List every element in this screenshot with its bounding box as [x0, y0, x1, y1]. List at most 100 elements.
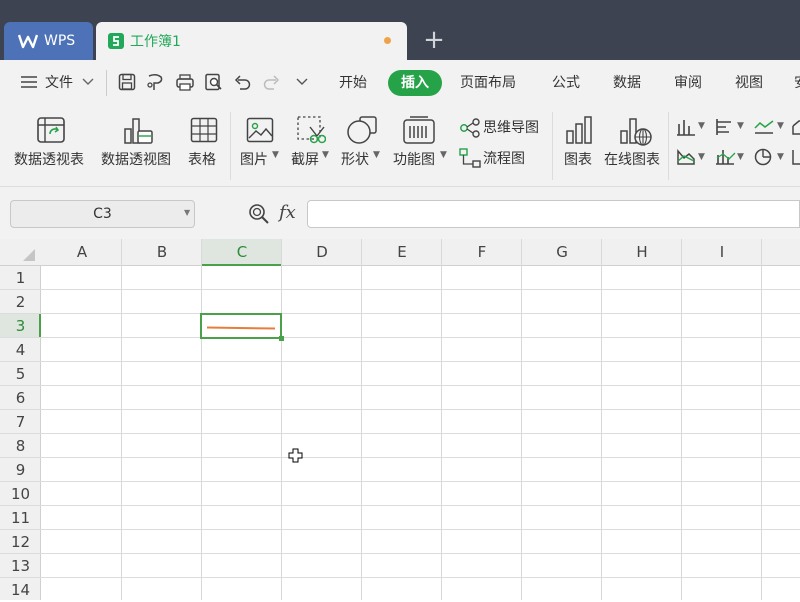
flowchart-icon[interactable] [459, 148, 481, 168]
function-chart-icon[interactable] [402, 115, 436, 145]
customize-toolbar-icon[interactable] [296, 77, 308, 87]
column-header[interactable]: H [602, 239, 682, 266]
fill-handle[interactable] [279, 336, 284, 341]
column-header[interactable]: I [682, 239, 762, 266]
pie-chart-dropdown-icon[interactable]: ▼ [777, 152, 784, 162]
tab-insert[interactable]: 插入 [388, 70, 442, 96]
picture-icon[interactable] [246, 117, 274, 143]
pivot-chart-button[interactable]: 数据透视图 [101, 151, 171, 169]
tab-workbook[interactable]: 工作簿1 [96, 22, 407, 60]
bar-chart-dropdown-icon[interactable]: ▼ [737, 121, 744, 131]
function-chart-button[interactable]: 功能图 [393, 151, 435, 169]
row-header[interactable]: 7 [0, 410, 41, 434]
tab-formulas[interactable]: 公式 [552, 73, 580, 93]
print-icon[interactable] [175, 73, 195, 91]
save-icon[interactable] [118, 73, 136, 91]
file-menu[interactable]: 文件 [45, 73, 73, 93]
formula-input[interactable] [307, 200, 800, 228]
pivot-chart-icon[interactable] [122, 115, 154, 145]
row-header[interactable]: 14 [0, 578, 41, 602]
line-chart-dropdown-icon[interactable]: ▼ [777, 121, 784, 131]
row-header[interactable]: 10 [0, 482, 41, 506]
hamburger-menu-icon[interactable] [20, 74, 38, 90]
row-header[interactable]: 2 [0, 290, 41, 314]
row-header[interactable]: 6 [0, 386, 41, 410]
online-chart-icon[interactable] [619, 115, 653, 147]
online-chart-button[interactable]: 在线图表 [604, 151, 660, 169]
column-header[interactable]: C [202, 239, 282, 266]
grid-line [0, 361, 800, 362]
tab-review[interactable]: 审阅 [674, 73, 702, 93]
area-chart-icon[interactable] [676, 148, 696, 166]
drawn-line-shape[interactable] [206, 325, 276, 331]
row-header[interactable]: 4 [0, 338, 41, 362]
column-header[interactable]: E [362, 239, 442, 266]
row-header[interactable]: 9 [0, 458, 41, 482]
row-header[interactable]: 1 [0, 266, 41, 290]
tab-data[interactable]: 数据 [613, 73, 641, 93]
column-header[interactable]: A [42, 239, 122, 266]
column-header[interactable]: B [122, 239, 202, 266]
chart-icon[interactable] [565, 115, 595, 145]
name-box-value: C3 [93, 206, 112, 222]
tab-security[interactable]: 安 [794, 73, 800, 93]
screenshot-dropdown-icon[interactable]: ▼ [322, 150, 329, 160]
mind-map-button[interactable]: 思维导图 [483, 119, 539, 137]
table-icon[interactable] [190, 117, 218, 143]
screenshot-icon[interactable] [296, 115, 326, 145]
pie-chart-icon[interactable] [753, 148, 773, 166]
print-preview-icon[interactable] [204, 73, 224, 91]
format-painter-icon[interactable] [146, 73, 166, 91]
undo-icon[interactable] [234, 74, 252, 90]
stock-chart-icon[interactable] [715, 148, 737, 166]
grid-line [0, 577, 800, 578]
flowchart-button[interactable]: 流程图 [483, 150, 525, 168]
column-header[interactable]: D [282, 239, 362, 266]
picture-dropdown-icon[interactable]: ▼ [272, 150, 279, 160]
tab-home[interactable]: 开始 [339, 73, 367, 93]
row-header[interactable]: 11 [0, 506, 41, 530]
row-header[interactable]: 5 [0, 362, 41, 386]
grid-line [0, 385, 800, 386]
mind-map-icon[interactable] [459, 118, 481, 138]
grid-line [0, 433, 800, 434]
pivot-table-icon[interactable] [36, 116, 66, 144]
table-button[interactable]: 表格 [188, 151, 216, 169]
insert-function-button[interactable]: fx [279, 202, 296, 223]
row-header[interactable]: 12 [0, 530, 41, 554]
screenshot-button[interactable]: 截屏 [291, 151, 319, 169]
shape-button[interactable]: 形状 [341, 151, 369, 169]
column-header[interactable]: F [442, 239, 522, 266]
name-box[interactable]: C3 [10, 200, 195, 228]
select-all-icon[interactable] [22, 248, 36, 262]
shape-dropdown-icon[interactable]: ▼ [373, 150, 380, 160]
name-box-dropdown-icon[interactable]: ▼ [184, 208, 190, 217]
grid-line [0, 337, 800, 338]
chevron-down-icon[interactable] [82, 77, 94, 87]
picture-button[interactable]: 图片 [240, 151, 268, 169]
new-tab-plus-icon[interactable]: + [420, 24, 448, 56]
shape-icon[interactable] [346, 115, 378, 145]
row-header[interactable]: 8 [0, 434, 41, 458]
pivot-table-button[interactable]: 数据透视表 [14, 151, 84, 169]
row-header[interactable]: 3 [0, 314, 41, 338]
area-chart-dropdown-icon[interactable]: ▼ [698, 152, 705, 162]
tab-wps-home[interactable]: WPS [4, 22, 93, 60]
line-chart-icon[interactable] [753, 118, 775, 136]
scatter-chart-icon[interactable] [791, 148, 800, 166]
stock-chart-dropdown-icon[interactable]: ▼ [737, 152, 744, 162]
bar-chart-icon[interactable] [715, 118, 735, 136]
column-chart-dropdown-icon[interactable]: ▼ [698, 121, 705, 131]
tab-view[interactable]: 视图 [735, 73, 763, 93]
tab-page-layout[interactable]: 页面布局 [460, 73, 516, 93]
function-chart-dropdown-icon[interactable]: ▼ [440, 150, 447, 160]
chart-button[interactable]: 图表 [564, 151, 592, 169]
column-chart-icon[interactable] [676, 118, 696, 136]
row-header[interactable]: 13 [0, 554, 41, 578]
grid-line [0, 481, 800, 482]
zoom-formula-icon[interactable] [248, 203, 270, 225]
redo-icon[interactable] [262, 74, 280, 90]
column-header[interactable]: G [522, 239, 602, 266]
grid-line [0, 409, 800, 410]
more-charts-icon[interactable] [791, 118, 800, 136]
